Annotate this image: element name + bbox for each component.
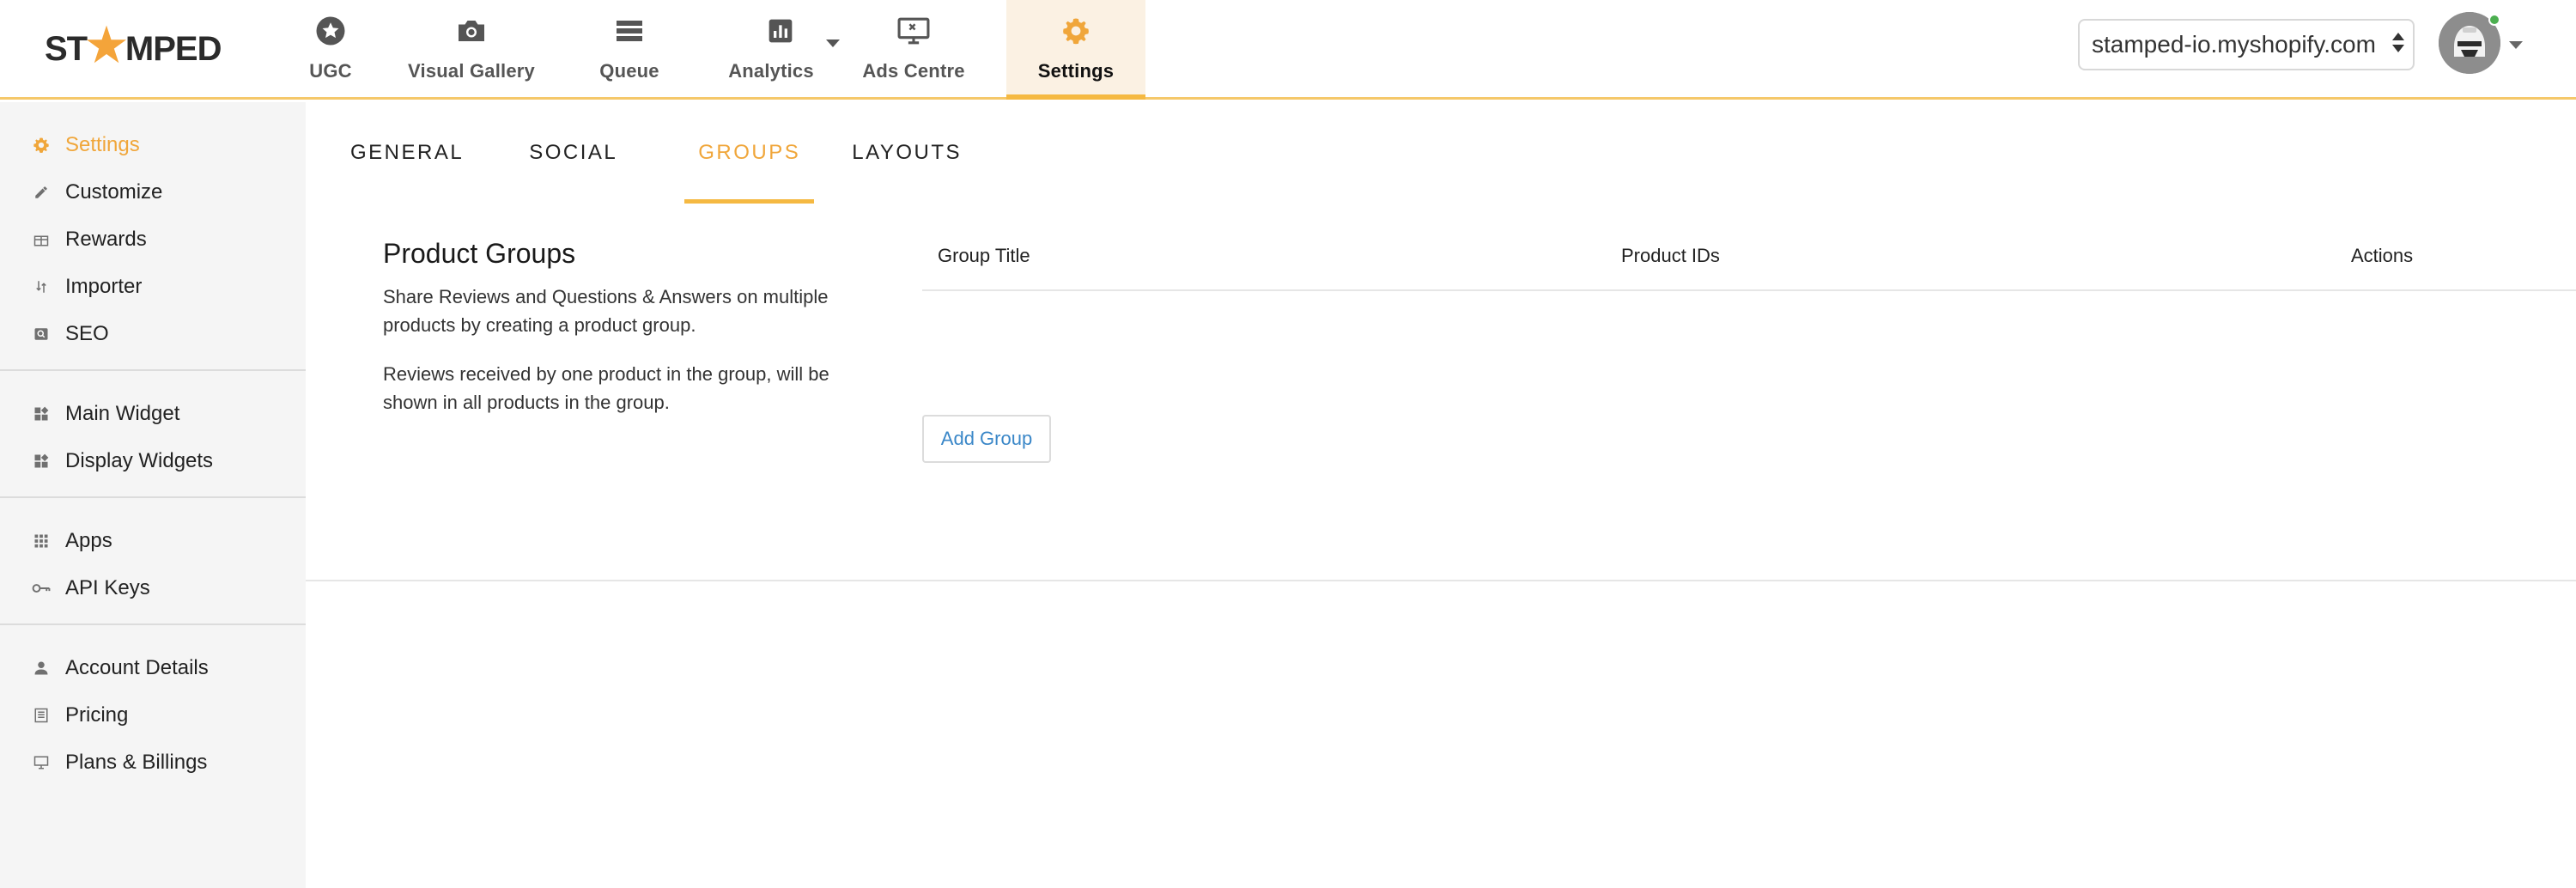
sidebar-item-label: Importer	[65, 274, 143, 298]
sidebar-item-rewards[interactable]: Rewards	[0, 216, 306, 263]
sidebar-group: Account Details Pricing Plans & Billings	[0, 625, 306, 798]
document-icon	[31, 705, 52, 726]
tab-social[interactable]: SOCIAL	[503, 102, 643, 204]
sidebar-item-label: Display Widgets	[65, 448, 214, 472]
sidebar-group: Apps API Keys	[0, 498, 306, 625]
nav-item-settings[interactable]: Settings	[1006, 0, 1145, 100]
nav-item-visual-gallery[interactable]: Visual Gallery	[390, 0, 553, 100]
sidebar-item-importer[interactable]: Importer	[0, 263, 306, 310]
gear-icon	[1054, 9, 1098, 53]
column-header-actions: Actions	[2351, 245, 2414, 266]
sidebar-item-label: SEO	[65, 321, 109, 345]
tab-general[interactable]: GENERAL	[325, 102, 489, 204]
section-description: Share Reviews and Questions & Answers on…	[383, 286, 829, 336]
store-selector[interactable]: stamped-io.myshopify.com	[2078, 19, 2415, 70]
sidebar-item-api-keys[interactable]: API Keys	[0, 564, 306, 611]
sidebar-item-display-widgets[interactable]: Display Widgets	[0, 437, 306, 484]
chevron-down-icon[interactable]	[826, 40, 840, 47]
widgets-icon	[31, 404, 52, 424]
key-icon	[31, 578, 52, 599]
sidebar-group: Main Widget Display Widgets	[0, 371, 306, 498]
nav-item-queue[interactable]: Queue	[582, 0, 677, 100]
nav-label: UGC	[309, 60, 352, 82]
logo-text-right: MPED	[125, 29, 222, 68]
sidebar-item-label: API Keys	[65, 575, 150, 599]
sidebar-item-label: Pricing	[65, 702, 129, 727]
sidebar-item-seo[interactable]: SEO	[0, 310, 306, 357]
sidebar-item-settings[interactable]: Settings	[0, 121, 306, 168]
sidebar-item-customize[interactable]: Customize	[0, 168, 306, 216]
column-header-product-ids: Product IDs	[1621, 245, 1720, 266]
monitor-icon	[891, 9, 936, 53]
sidebar-item-label: Plans & Billings	[65, 750, 208, 774]
sidebar-item-label: Apps	[65, 528, 112, 552]
search-box-icon	[31, 324, 52, 344]
nav-label: Analytics	[728, 60, 814, 82]
camera-icon	[449, 9, 494, 53]
list-icon	[607, 9, 652, 53]
widgets-icon	[31, 451, 52, 471]
nav-item-ads-centre[interactable]: Ads Centre	[845, 0, 982, 100]
stamped-logo[interactable]: ST ★ MPED	[45, 12, 222, 86]
import-arrows-icon	[31, 277, 52, 297]
product-groups-section: Product Groups Share Reviews and Questio…	[306, 204, 2576, 581]
main-nav: UGC Visual Gallery Queue Analytics Ads C…	[283, 0, 1145, 100]
desktop-icon	[31, 752, 52, 773]
star-badge-icon	[308, 9, 353, 53]
sidebar-item-apps[interactable]: Apps	[0, 517, 306, 564]
nav-item-analytics[interactable]: Analytics	[716, 0, 845, 100]
bar-chart-icon	[758, 9, 803, 53]
settings-tabs: GENERAL SOCIAL GROUPS LAYOUTS	[306, 102, 987, 204]
section-description: Reviews received by one product in the g…	[383, 363, 829, 413]
sidebar-item-plans-billings[interactable]: Plans & Billings	[0, 739, 306, 786]
nav-label: Visual Gallery	[408, 60, 535, 82]
main-content: GENERAL SOCIAL GROUPS LAYOUTS Product Gr…	[306, 102, 2576, 888]
sidebar-group: Settings Customize Rewards Importer SEO	[0, 102, 306, 371]
tab-layouts[interactable]: LAYOUTS	[826, 102, 987, 204]
sidebar-item-main-widget[interactable]: Main Widget	[0, 390, 306, 437]
logo-star-icon: ★	[83, 16, 130, 74]
tab-groups[interactable]: GROUPS	[672, 102, 826, 204]
nav-label: Queue	[599, 60, 659, 82]
sidebar: Settings Customize Rewards Importer SEO	[0, 102, 306, 888]
section-title: Product Groups	[383, 238, 576, 269]
add-group-button[interactable]: Add Group	[922, 415, 1051, 463]
select-arrows-icon	[2392, 33, 2404, 52]
sidebar-item-account-details[interactable]: Account Details	[0, 644, 306, 691]
sidebar-item-label: Rewards	[65, 227, 147, 251]
sidebar-item-label: Account Details	[65, 655, 209, 679]
gear-icon	[31, 135, 52, 155]
nav-item-ugc[interactable]: UGC	[283, 0, 378, 100]
column-header-group-title: Group Title	[938, 245, 1030, 266]
online-status-icon	[2488, 14, 2500, 26]
person-icon	[31, 658, 52, 678]
store-selector-value: stamped-io.myshopify.com	[2092, 31, 2376, 58]
sidebar-item-label: Settings	[65, 132, 140, 156]
top-navigation-bar: ST ★ MPED UGC Visual Gallery Queue Analy…	[0, 0, 2576, 100]
pencil-icon	[31, 182, 52, 203]
apps-grid-icon	[31, 531, 52, 551]
nav-label: Settings	[1037, 60, 1115, 82]
gift-icon	[31, 229, 52, 250]
sidebar-item-label: Main Widget	[65, 401, 180, 425]
nav-label: Ads Centre	[862, 60, 965, 82]
sidebar-item-label: Customize	[65, 179, 163, 204]
logo-text-left: ST	[45, 29, 88, 68]
chevron-down-icon[interactable]	[2509, 41, 2523, 49]
groups-table-header: Group Title Product IDs Actions	[922, 238, 2576, 291]
sidebar-item-pricing[interactable]: Pricing	[0, 691, 306, 739]
